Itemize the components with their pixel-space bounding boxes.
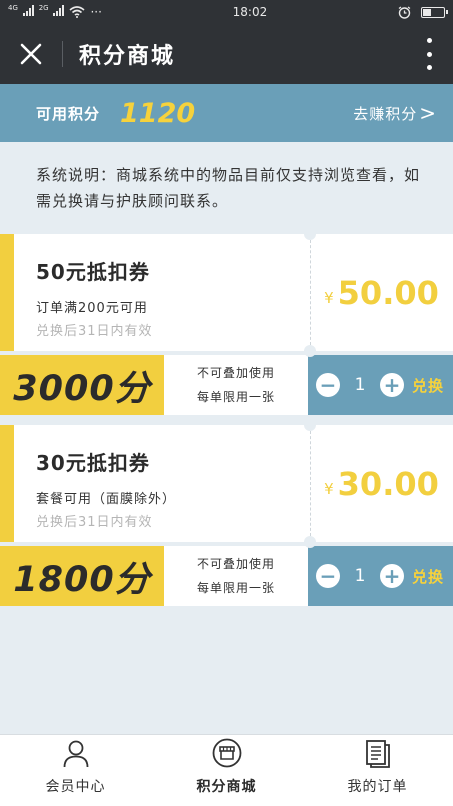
sim2-signal: 2G — [39, 5, 65, 19]
points-value: 1120 — [120, 97, 196, 129]
currency-symbol: ¥ — [324, 288, 334, 307]
coupon-price: ¥ 50.00 — [310, 234, 453, 351]
currency-symbol: ¥ — [324, 479, 334, 498]
redeem-controls: − 1 + 兑换 — [308, 546, 453, 606]
sim1-signal: 4G — [8, 5, 34, 19]
shop-icon — [212, 738, 241, 768]
points-bar: 可用积分 1120 去赚积分 > — [0, 84, 453, 142]
tab-member-center[interactable]: 会员中心 — [0, 735, 151, 806]
redeem-button[interactable]: 兑换 — [412, 566, 444, 587]
more-status-indicator: ··· — [90, 5, 102, 19]
coupon-amount: 30.00 — [337, 464, 439, 503]
coupon-accent-strip — [0, 234, 14, 351]
coupon-bottom: 3000分 不可叠加使用 每单限用一张 − 1 + 兑换 — [0, 355, 453, 415]
more-dot-icon — [426, 65, 432, 70]
coupon-title: 50元抵扣券 — [36, 260, 150, 284]
coupon-info: 30元抵扣券 套餐可用（面膜除外） 兑换后31日内有效 — [0, 425, 310, 542]
tab-label: 积分商城 — [196, 779, 257, 795]
coupon-bottom: 1800分 不可叠加使用 每单限用一张 − 1 + 兑换 — [0, 546, 453, 606]
status-bar: 4G 2G ··· 18:02 — [0, 0, 453, 24]
coupon-price: ¥ 30.00 — [310, 425, 453, 542]
alarm-icon — [398, 5, 411, 19]
coupon-expiry: 兑换后31日内有效 — [36, 515, 153, 530]
increase-quantity-button[interactable]: + — [380, 373, 404, 397]
header-divider — [62, 41, 63, 67]
chevron-right-icon: > — [419, 101, 437, 125]
signal-icon — [22, 5, 34, 16]
close-button[interactable] — [0, 24, 62, 84]
coupon-top: 30元抵扣券 套餐可用（面膜除外） 兑换后31日内有效 ¥ 30.00 — [0, 419, 453, 548]
more-options-button[interactable] — [423, 38, 435, 70]
coupon-accent-strip — [0, 425, 14, 542]
wifi-icon — [69, 6, 85, 18]
more-dot-icon — [426, 51, 432, 57]
system-notice: 系统说明：商城系统中的物品目前仅支持浏览查看，如需兑换请与护肤顾问联系。 — [36, 166, 421, 210]
page-title: 积分商城 — [79, 44, 176, 69]
status-right — [398, 5, 448, 19]
coupon-title: 30元抵扣券 — [36, 451, 150, 475]
signal-icon — [53, 5, 65, 16]
quantity-value: 1 — [354, 375, 366, 395]
redeem-controls: − 1 + 兑换 — [308, 355, 453, 415]
quantity-value: 1 — [354, 566, 366, 586]
rule-one-per-order: 每单限用一张 — [196, 390, 275, 404]
battery-icon — [420, 6, 448, 18]
earn-points-link[interactable]: 去赚积分 > — [353, 103, 437, 124]
document-icon — [365, 740, 390, 768]
coupon-expiry: 兑换后31日内有效 — [36, 324, 153, 339]
points-cost: 3000分 — [0, 355, 164, 415]
tab-label: 会员中心 — [45, 779, 106, 795]
rule-no-stack: 不可叠加使用 — [196, 366, 275, 380]
more-dot-icon — [426, 38, 432, 43]
tab-points-mall[interactable]: 积分商城 — [151, 735, 302, 806]
decrease-quantity-button[interactable]: − — [316, 564, 340, 588]
coupon-card: 50元抵扣券 订单满200元可用 兑换后31日内有效 ¥ 50.00 3000分… — [0, 228, 453, 415]
sim2-network-label: 2G — [38, 4, 49, 12]
points-label: 可用积分 — [36, 104, 101, 123]
decrease-quantity-button[interactable]: − — [316, 373, 340, 397]
app-header: 积分商城 — [0, 24, 453, 84]
coupon-condition: 套餐可用（面膜除外） — [36, 492, 177, 507]
redeem-button[interactable]: 兑换 — [412, 375, 444, 396]
rule-no-stack: 不可叠加使用 — [196, 557, 275, 571]
coupon-rules: 不可叠加使用 每单限用一张 — [164, 355, 308, 415]
points-cost: 1800分 — [0, 546, 164, 606]
coupon-card: 30元抵扣券 套餐可用（面膜除外） 兑换后31日内有效 ¥ 30.00 1800… — [0, 419, 453, 606]
status-left: 4G 2G ··· — [8, 5, 102, 20]
bottom-tab-bar: 会员中心 积分商城 我的订单 — [0, 734, 453, 806]
close-icon — [20, 43, 42, 65]
status-time: 18:02 — [232, 5, 268, 19]
coupon-info: 50元抵扣券 订单满200元可用 兑换后31日内有效 — [0, 234, 310, 351]
battery-level — [422, 8, 431, 16]
coupon-top: 50元抵扣券 订单满200元可用 兑换后31日内有效 ¥ 50.00 — [0, 228, 453, 357]
tab-my-orders[interactable]: 我的订单 — [302, 735, 453, 806]
rule-one-per-order: 每单限用一张 — [196, 581, 275, 595]
earn-points-label: 去赚积分 — [353, 104, 418, 123]
increase-quantity-button[interactable]: + — [380, 564, 404, 588]
coupon-condition: 订单满200元可用 — [36, 301, 148, 316]
person-icon — [63, 740, 88, 768]
coupon-rules: 不可叠加使用 每单限用一张 — [164, 546, 308, 606]
tab-label: 我的订单 — [347, 779, 408, 795]
coupon-amount: 50.00 — [337, 273, 439, 312]
sim1-network-label: 4G — [8, 4, 18, 12]
